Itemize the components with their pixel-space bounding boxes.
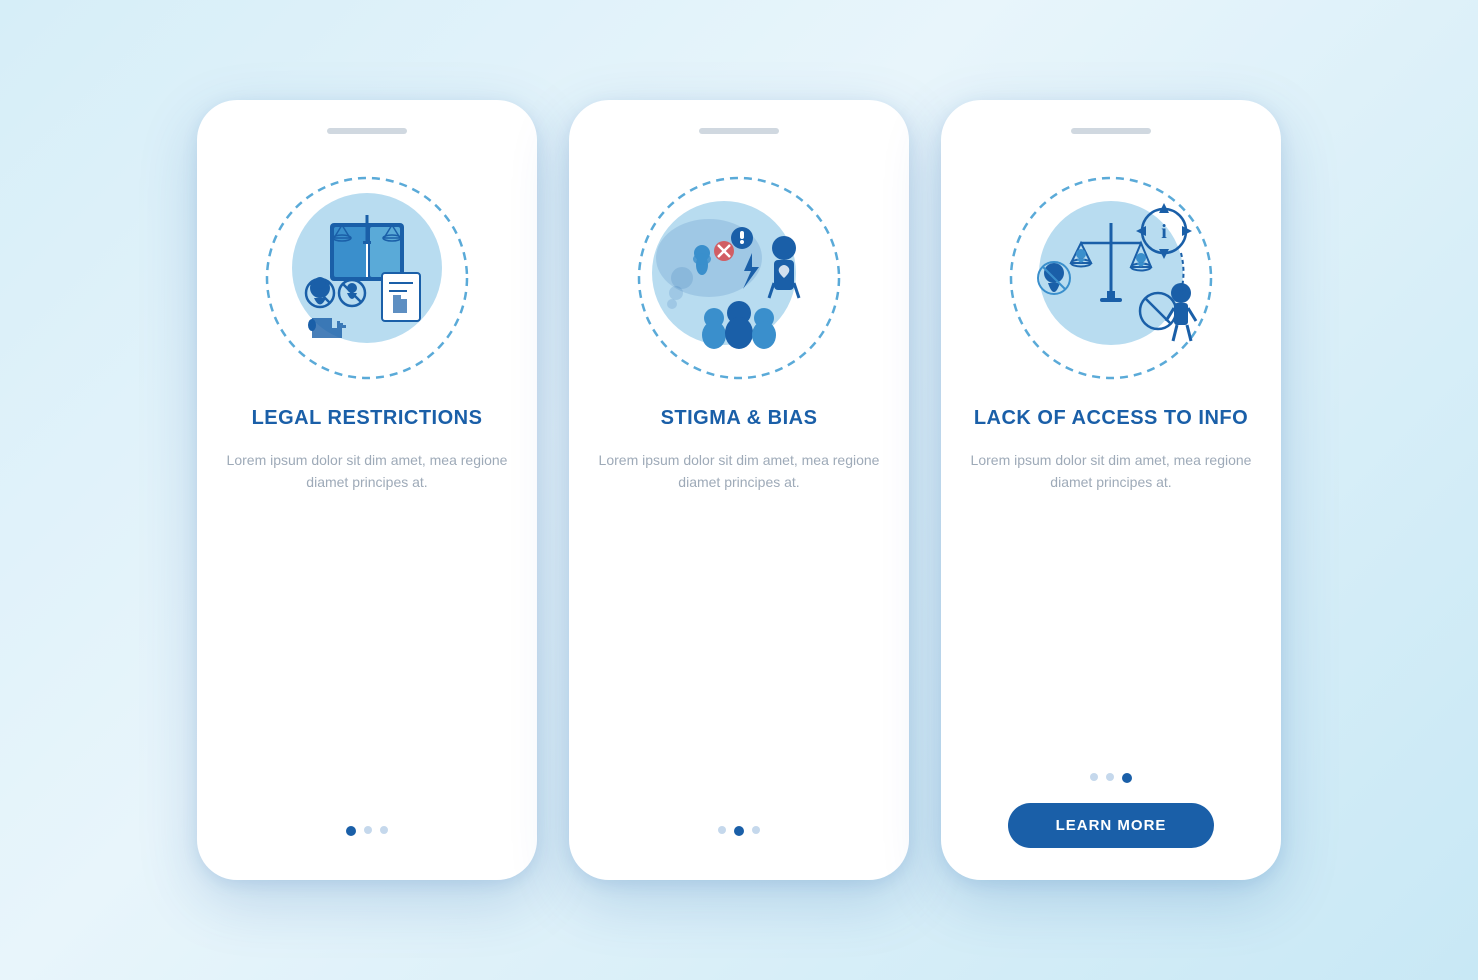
phone-1-desc: Lorem ipsum dolor sit dim amet, mea regi… [225, 449, 509, 802]
phone-2-title: STIGMA & BIAS [661, 406, 818, 431]
dot-3-1 [1090, 773, 1098, 781]
phone-notch-3 [1071, 128, 1151, 134]
dot-2-3 [752, 826, 760, 834]
phone-access: i [941, 100, 1281, 880]
dot-2-1 [718, 826, 726, 834]
phone-3-title: LACK OF ACCESS TO INFO [974, 406, 1248, 431]
dot-3-2 [1106, 773, 1114, 781]
dot-2-2 [734, 826, 744, 836]
illustration-legal [247, 158, 487, 398]
svg-text:i: i [1161, 221, 1167, 243]
phone-1-title: LEGAL RESTRICTIONS [252, 406, 483, 431]
dot-1-3 [380, 826, 388, 834]
learn-more-button[interactable]: LEARN MORE [1008, 803, 1215, 848]
phone-legal: LEGAL RESTRICTIONS Lorem ipsum dolor sit… [197, 100, 537, 880]
phones-container: LEGAL RESTRICTIONS Lorem ipsum dolor sit… [197, 100, 1281, 880]
phone-3-dots [1090, 773, 1132, 783]
phone-2-desc: Lorem ipsum dolor sit dim amet, mea regi… [597, 449, 881, 802]
illustration-access: i [991, 158, 1231, 398]
dot-1-1 [346, 826, 356, 836]
phone-stigma: STIGMA & BIAS Lorem ipsum dolor sit dim … [569, 100, 909, 880]
dot-3-3 [1122, 773, 1132, 783]
phone-notch-2 [699, 128, 779, 134]
phone-1-dots [346, 826, 388, 836]
dot-1-2 [364, 826, 372, 834]
illustration-stigma [619, 158, 859, 398]
phone-notch-1 [327, 128, 407, 134]
phone-2-dots [718, 826, 760, 836]
phone-3-desc: Lorem ipsum dolor sit dim amet, mea regi… [969, 449, 1253, 749]
